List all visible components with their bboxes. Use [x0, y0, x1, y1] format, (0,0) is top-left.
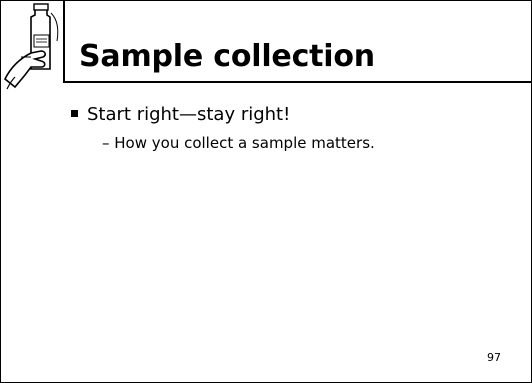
- square-bullet-icon: [71, 109, 78, 117]
- sub-bullet-item: – How you collect a sample matters.: [102, 134, 375, 152]
- header-vertical-rule: [63, 1, 65, 83]
- header-horizontal-rule: [63, 81, 531, 83]
- sample-bottle-icon: [1, 1, 67, 99]
- slide-title: Sample collection: [79, 39, 375, 74]
- bullet-item: Start right—stay right!: [71, 104, 290, 125]
- bullet-text: Start right—stay right!: [87, 104, 291, 125]
- sample-bottle-illustration: [1, 1, 67, 99]
- page-number: 97: [487, 351, 501, 364]
- slide: Sample collection Start right—stay right…: [0, 0, 532, 383]
